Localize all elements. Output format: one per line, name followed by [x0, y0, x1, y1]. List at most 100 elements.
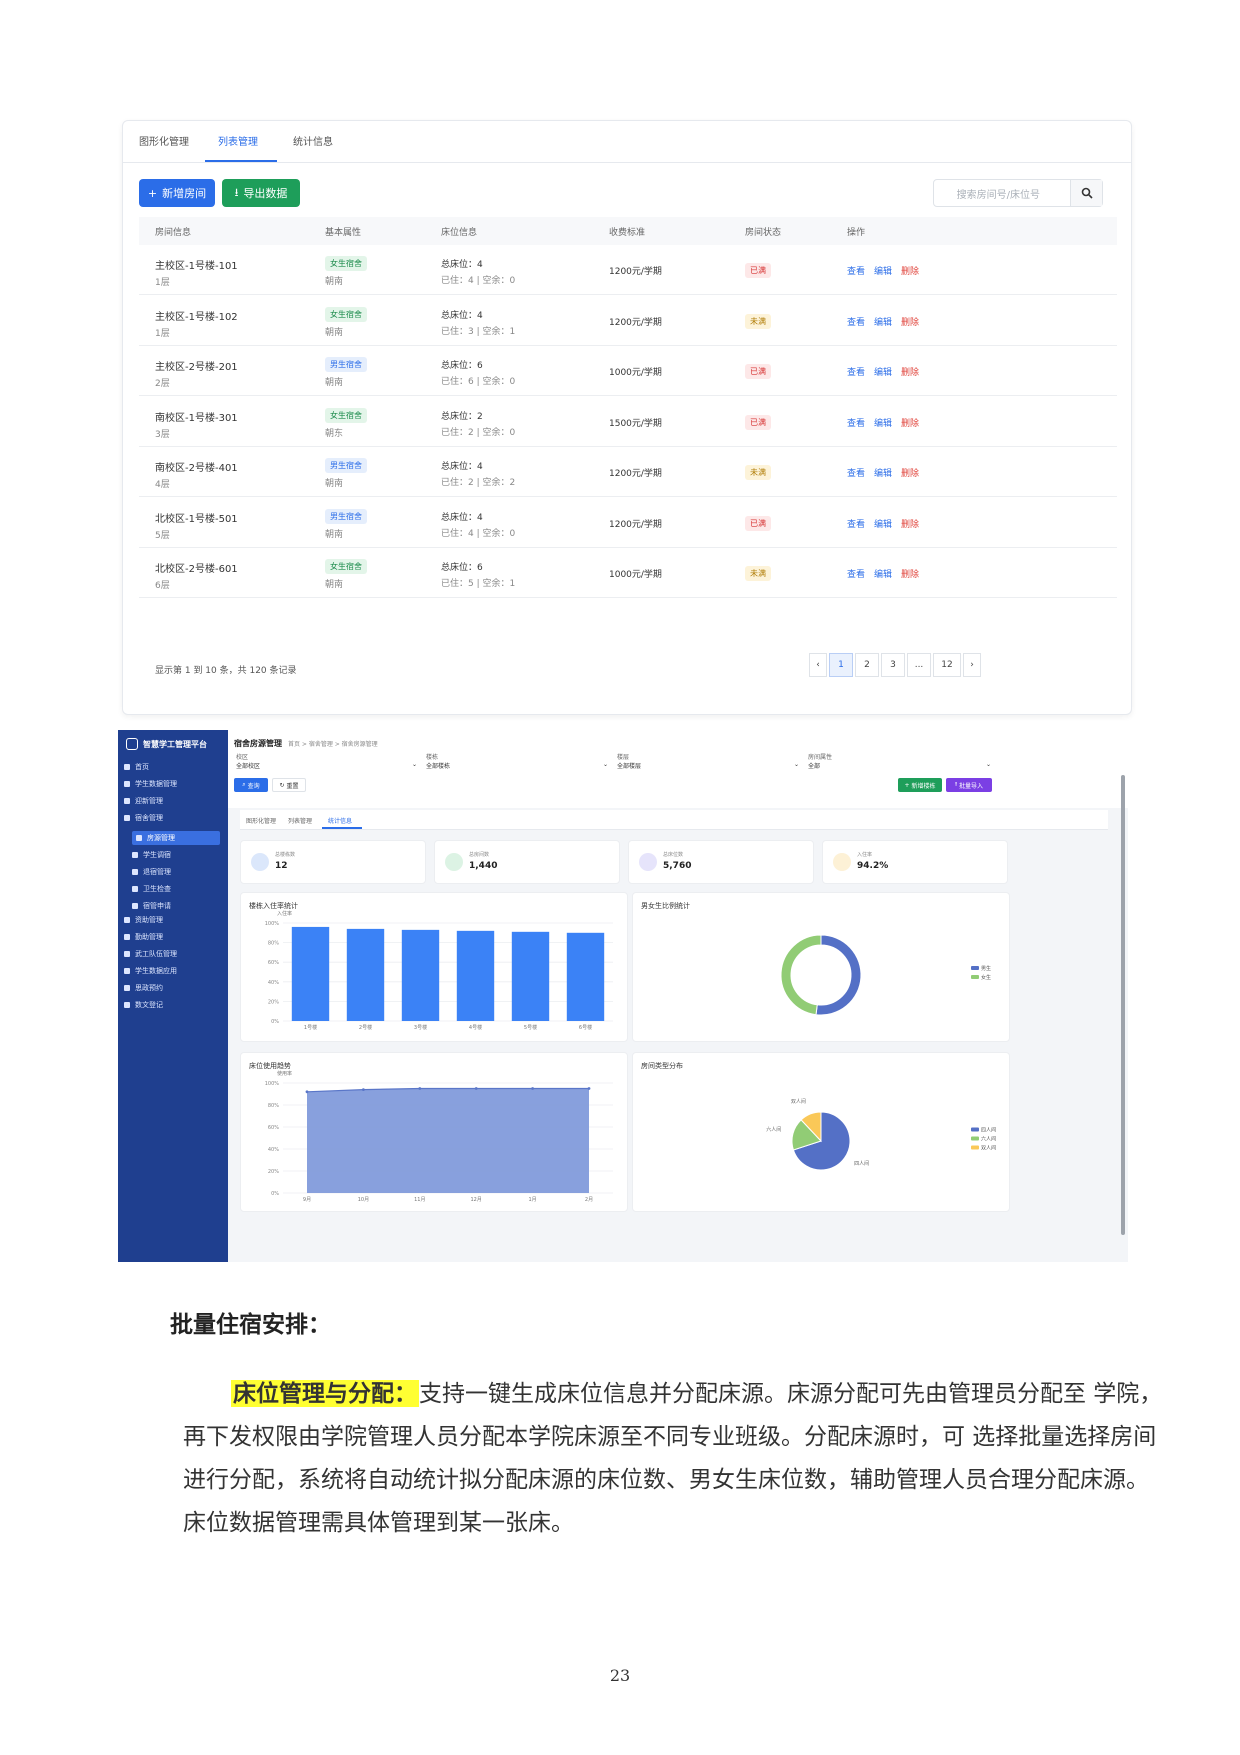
filter-floor-select[interactable]: 全部楼层 [617, 761, 641, 770]
tab-graphic[interactable]: 图形化管理 [246, 816, 276, 825]
stat-label: 总楼栋数 [275, 852, 296, 858]
batch-import-button[interactable]: ⭱ 批量导入 [946, 778, 992, 792]
top-bar: 宿舍房源管理 首页 > 宿舍管理 > 宿舍房源管理 校区 全部校区 ⌄ 楼栋 全… [228, 730, 1128, 808]
body-paragraph: 床位管理与分配：支持一键生成床位信息并分配床源。床源分配可先由管理员分配至 学院… [183, 1372, 1168, 1545]
y-tick-label: 100% [265, 921, 280, 927]
dorm-type-badge: 女生宿舍 [325, 407, 367, 423]
prev-page-button[interactable]: ‹ [809, 653, 827, 677]
bar-chart-panel: 楼栋入住率统计 入住率 100% 80% 60% 40% 20% 0% 1号楼 2号楼 3号楼 4号… [240, 892, 628, 1042]
view-button[interactable]: 查看 [847, 517, 865, 530]
edit-button[interactable]: 编辑 [874, 264, 892, 277]
page-button[interactable]: 12 [933, 653, 961, 677]
tab-stats[interactable]: 统计信息 [293, 133, 333, 148]
y-tick-label: 40% [268, 1147, 279, 1153]
sidebar-subitem[interactable]: 学生调宿 [132, 848, 220, 862]
search-button[interactable] [1070, 180, 1102, 206]
delete-button[interactable]: 删除 [901, 466, 919, 479]
search-input[interactable]: 搜索房间号/床位号 [933, 179, 1103, 207]
reset-button[interactable]: ↻ 重置 [272, 778, 306, 792]
delete-button[interactable]: 删除 [901, 264, 919, 277]
sidebar-subitem[interactable]: 房源管理 [132, 831, 220, 845]
edit-button[interactable]: 编辑 [874, 466, 892, 479]
tab-list[interactable]: 列表管理 [288, 816, 312, 825]
bar [511, 931, 550, 1021]
attr-cell: 女生宿舍 朝南 [325, 256, 367, 287]
home-icon [136, 835, 142, 841]
edit-button[interactable]: 编辑 [874, 416, 892, 429]
nav-icon [124, 951, 130, 957]
view-button[interactable]: 查看 [847, 315, 865, 328]
sidebar-item[interactable]: 勤助管理 [124, 930, 224, 944]
x-tick-label: 2号楼 [359, 1024, 372, 1031]
legend-label: 六人间 [981, 1136, 996, 1143]
sidebar-item[interactable]: 资助管理 [124, 913, 224, 927]
sidebar-item-label: 资助管理 [135, 916, 163, 924]
add-building-button[interactable]: + 新增楼栋 [898, 778, 942, 792]
nav-icon [124, 815, 130, 821]
filter-building-select[interactable]: 全部楼栋 [426, 761, 450, 770]
room-cell: 主校区-1号楼-101 1层 [155, 257, 238, 288]
tab-graphic[interactable]: 图形化管理 [139, 133, 189, 148]
bed-occupancy: 已住：6 | 空余：0 [441, 377, 516, 387]
sidebar-subitem[interactable]: 宿管申请 [132, 899, 220, 913]
sidebar-subitem[interactable]: 退宿管理 [132, 865, 220, 879]
sidebar-item[interactable]: 学生数据管理 [124, 777, 224, 791]
edit-button[interactable]: 编辑 [874, 567, 892, 580]
scrollbar[interactable] [1121, 775, 1125, 1235]
query-button[interactable]: ⌕ 查询 [234, 778, 268, 792]
sidebar-item[interactable]: 宿舍管理 [124, 811, 224, 825]
room-name: 主校区-2号楼-201 [155, 362, 238, 373]
add-room-button[interactable]: + 新增房间 [139, 179, 215, 207]
fee-cell: 1000元/学期 [609, 570, 662, 580]
delete-button[interactable]: 删除 [901, 567, 919, 580]
bar [291, 926, 330, 1021]
filter-attr-select[interactable]: 全部 [808, 761, 820, 770]
view-button[interactable]: 查看 [847, 264, 865, 277]
download-icon: ⭳ [234, 185, 239, 199]
tab-stats[interactable]: 统计信息 [328, 816, 352, 825]
sidebar-item[interactable]: 迎新管理 [124, 794, 224, 808]
delete-button[interactable]: 删除 [901, 315, 919, 328]
view-button[interactable]: 查看 [847, 365, 865, 378]
room-floor: 1层 [155, 278, 170, 288]
page-title: 宿舍房源管理 [234, 739, 282, 748]
query-label: 查询 [247, 782, 260, 790]
page-button[interactable]: ... [907, 653, 931, 677]
page-button[interactable]: 1 [829, 653, 853, 677]
bed-cell: 总床位：4 已住：2 | 空余：2 [441, 459, 515, 488]
edit-button[interactable]: 编辑 [874, 315, 892, 328]
edit-button[interactable]: 编辑 [874, 365, 892, 378]
header-attr: 基本属性 [325, 228, 362, 238]
bed-total: 总床位：4 [441, 310, 483, 321]
edit-button[interactable]: 编辑 [874, 517, 892, 530]
page-button[interactable]: 2 [855, 653, 879, 677]
bed-occupancy: 已住：3 | 空余：1 [441, 326, 516, 337]
page-button[interactable]: 3 [881, 653, 905, 677]
status-badge: 已满 [745, 515, 771, 531]
area-chart: 使用率 100% 80% 60% 40% 20% 0% 9月 10月 11月 12月 1月 2月 [265, 1070, 613, 1203]
header-beds: 床位信息 [441, 228, 478, 238]
view-button[interactable]: 查看 [847, 466, 865, 479]
sidebar-item[interactable]: 学生数据应用 [124, 964, 224, 978]
export-button[interactable]: ⭳ 导出数据 [222, 179, 300, 207]
tab-list[interactable]: 列表管理 [218, 133, 258, 148]
filter-campus-select[interactable]: 全部校区 [236, 761, 260, 770]
view-button[interactable]: 查看 [847, 567, 865, 580]
nav-icon [124, 764, 130, 770]
next-page-button[interactable]: › [963, 653, 981, 677]
table-row: 南校区-2号楼-401 4层 男生宿舍 朝南 总床位：4 已住：2 | 空余：2 1200元… [139, 447, 1117, 497]
x-tick-label: 10月 [358, 1197, 369, 1203]
stat-icon [445, 853, 463, 871]
sidebar-item[interactable]: 数文登记 [124, 998, 224, 1012]
sidebar-item[interactable]: 首页 [124, 760, 224, 774]
sidebar-subitem[interactable]: 卫生检查 [132, 882, 220, 896]
delete-button[interactable]: 删除 [901, 416, 919, 429]
view-button[interactable]: 查看 [847, 416, 865, 429]
delete-button[interactable]: 删除 [901, 365, 919, 378]
room-floor: 6层 [155, 581, 170, 591]
sidebar-item[interactable]: 思政预约 [124, 981, 224, 995]
pie-slice [815, 934, 862, 1016]
sidebar-item[interactable]: 武工队伍管理 [124, 947, 224, 961]
delete-button[interactable]: 删除 [901, 517, 919, 530]
sidebar-item-label: 退宿管理 [143, 868, 171, 876]
